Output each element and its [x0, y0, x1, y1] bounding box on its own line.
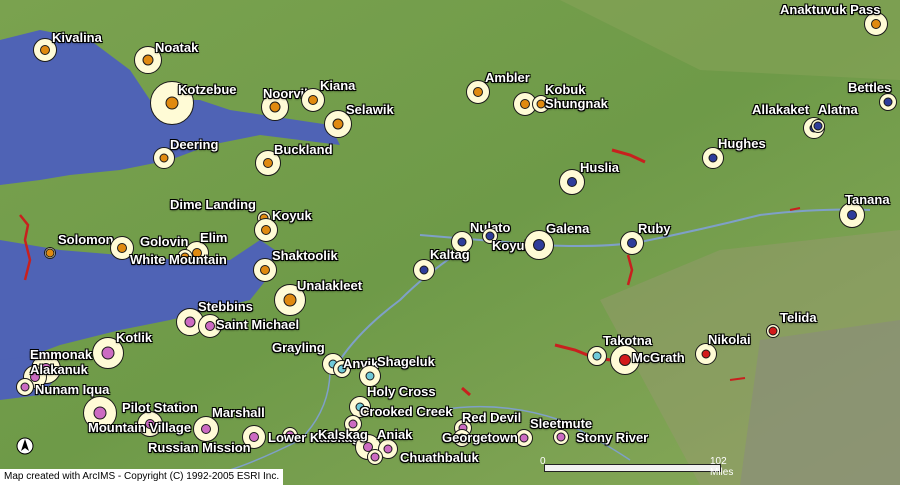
town-dot: [519, 433, 529, 443]
town-dot: [473, 87, 483, 97]
town-label: Kotlik: [116, 330, 153, 345]
town-dot: [142, 54, 154, 66]
town-dot: [883, 97, 893, 107]
town-label: Nunam Iqua: [35, 382, 110, 397]
town-dot: [701, 349, 711, 359]
town-label: Koyuk: [272, 208, 312, 223]
town-dot: [520, 99, 530, 109]
town-dot: [184, 316, 196, 328]
town-label: Unalakleet: [297, 278, 363, 293]
town-dot: [383, 444, 393, 454]
town-label: Saint Michael: [216, 317, 300, 332]
town-dot: [419, 265, 429, 275]
town-dot: [813, 121, 823, 131]
town-label: Golovin: [140, 234, 189, 249]
town-label: Huslia: [580, 160, 620, 175]
town-dot: [260, 265, 270, 275]
town-label: Aniak: [377, 427, 413, 442]
town-label: Russian Mission: [148, 440, 251, 455]
town-dot: [370, 452, 380, 462]
town-dot: [205, 321, 215, 331]
town-label: Allakaket: [752, 102, 810, 117]
town-dot: [283, 293, 297, 307]
town-label: Kobuk: [545, 82, 586, 97]
town-dot: [45, 248, 55, 258]
town-label: Alakanuk: [30, 362, 88, 377]
town-dot: [308, 95, 318, 105]
town-label: Ruby: [638, 221, 671, 236]
town-label: Telida: [780, 310, 817, 325]
town-label: Noatak: [155, 40, 199, 55]
town-dot: [201, 424, 211, 434]
town-label: Stony River: [576, 430, 649, 445]
town-label: Ambler: [485, 70, 530, 85]
town-label: Emmonak: [30, 347, 93, 362]
town-label: Kiana: [320, 78, 356, 93]
town-label: Nikolai: [708, 332, 751, 347]
town-label: Shaktoolik: [272, 248, 338, 263]
town-dot: [101, 346, 115, 360]
town-dot: [768, 326, 778, 336]
town-label: Kaltag: [430, 247, 470, 262]
town-dot: [269, 101, 281, 113]
town-label: White Mountain: [130, 252, 227, 267]
town-label: Crooked Creek: [360, 404, 453, 419]
town-label: Stebbins: [198, 299, 253, 314]
town-label: Selawik: [346, 102, 394, 117]
town-dot: [708, 153, 718, 163]
town-dot: [261, 225, 271, 235]
town-dot: [263, 158, 273, 168]
town-label: Kivalina: [52, 30, 102, 45]
town-label: Holy Cross: [367, 384, 436, 399]
town-label: Pilot Station: [122, 400, 198, 415]
town-label: Grayling: [272, 340, 325, 355]
town-label: Kotzebue: [178, 82, 237, 97]
town-dot: [332, 118, 344, 130]
town-dot: [159, 153, 169, 163]
town-dot: [40, 45, 50, 55]
map-credit: Map created with ArcIMS - Copyright (C) …: [0, 469, 284, 485]
town-dot: [871, 19, 881, 29]
town-dot: [592, 351, 602, 361]
town-label: Solomon: [58, 232, 114, 247]
town-dot: [556, 432, 566, 442]
town-label: Red Devil: [462, 410, 522, 425]
town-dot: [365, 371, 375, 381]
town-label: Bettles: [848, 80, 892, 95]
town-dot: [93, 406, 107, 420]
scale-bar: 0 102 Miles: [540, 456, 733, 478]
town-label: Mountain Village: [88, 420, 192, 435]
town-dot: [627, 238, 637, 248]
scale-bar-track: [544, 464, 721, 472]
town-label: Shungnak: [545, 96, 608, 111]
town-label: Anaktuvuk Pass: [780, 2, 881, 17]
town-dot: [20, 382, 30, 392]
town-label: Shageluk: [377, 354, 435, 369]
town-label: McGrath: [632, 350, 685, 365]
town-dot: [457, 237, 467, 247]
town-label: Dime Landing: [170, 197, 256, 212]
town-label: Elim: [200, 230, 228, 245]
town-dot: [117, 243, 127, 253]
north-arrow-icon: [16, 437, 34, 455]
town-label: Buckland: [274, 142, 333, 157]
town-label: Alatna: [818, 102, 858, 117]
town-dot: [619, 354, 631, 366]
town-label: Hughes: [718, 136, 766, 151]
town-dot: [847, 210, 857, 220]
town-label: Marshall: [212, 405, 265, 420]
town-label: Kalskag: [318, 427, 368, 442]
town-dot: [567, 177, 577, 187]
town-label: Chuathbaluk: [400, 450, 479, 465]
map-view[interactable]: Kivalina Noatak Kotzebue Noorvik Kiana Selawi…: [0, 0, 900, 485]
town-label: Tanana: [845, 192, 890, 207]
scale-max-label: 102 Miles: [710, 456, 734, 478]
town-label: Deering: [170, 137, 219, 152]
scale-zero-label: 0: [540, 456, 546, 467]
town-dot: [533, 239, 545, 251]
town-label: Galena: [546, 221, 590, 236]
town-dot: [165, 96, 179, 110]
town-label: Georgetown: [442, 430, 518, 445]
